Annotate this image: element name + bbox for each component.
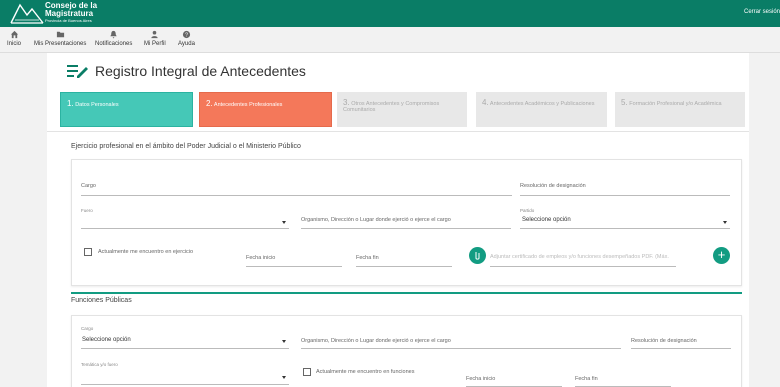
actualmente-ejercicio-label: Actualmente me encuentro en ejercicio (98, 249, 194, 255)
fecha-inicio2-label: Fecha inicio (466, 376, 496, 382)
actualmente-funciones-label: Actualmente me encuentro en funciones (316, 369, 415, 375)
top-header-bar: Consejo de la Magistratura Provincia de … (0, 0, 780, 27)
cargo2-value: Seleccione opción (82, 337, 131, 343)
cargo-input[interactable] (81, 195, 512, 196)
nav-label: Mis Presentaciones (34, 41, 87, 47)
user-icon (151, 30, 158, 39)
bell-icon (110, 30, 117, 39)
nav-item-mis-presentaciones[interactable]: Mis Presentaciones (34, 30, 86, 47)
attach-file-button[interactable] (469, 247, 486, 264)
chevron-down-icon (282, 221, 286, 224)
step-number: 4. (482, 98, 489, 107)
ejercicio-profesional-card: Cargo Resolución de designación Fuero Or… (71, 159, 742, 286)
organismo-label: Organismo, Dirección o Lugar donde ejerc… (301, 217, 451, 223)
step-number: 5. (621, 98, 628, 107)
svg-text:?: ? (185, 32, 188, 38)
step-label: Otros Antecedentes y Compromisos Comunit… (343, 101, 440, 113)
nav-label: Mi Perfil (144, 41, 166, 47)
step-number: 2. (206, 99, 213, 108)
fecha-fin-label: Fecha fin (356, 255, 379, 261)
partido-select[interactable] (520, 228, 730, 229)
step-label: Formación Profesional y/o Académica (629, 101, 722, 107)
main-nav: Inicio Mis Presentaciones Notificaciones… (0, 27, 780, 53)
chevron-down-icon (282, 340, 286, 343)
nav-label: Inicio (7, 41, 22, 47)
step-number: 1. (67, 99, 74, 108)
chevron-down-icon (282, 376, 286, 379)
cargo2-select[interactable] (81, 348, 289, 349)
step-antecedentes-profesionales[interactable]: 2. Antecedentes Profesionales (199, 92, 332, 127)
nav-label: Notificaciones (95, 41, 133, 47)
resolucion-input[interactable] (520, 195, 730, 196)
paperclip-icon (475, 252, 480, 260)
nav-item-inicio[interactable]: Inicio (7, 30, 21, 47)
nav-label: Ayuda (178, 41, 195, 47)
section-divider-accent (71, 292, 742, 294)
cargo-label: Cargo (81, 183, 96, 189)
funciones-publicas-card: Cargo Seleccione opción Organismo, Direc… (71, 315, 742, 387)
fecha-inicio-label: Fecha inicio (246, 255, 276, 261)
home-icon (10, 30, 18, 39)
folder-icon (56, 31, 64, 38)
step-label: Datos Personales (75, 102, 119, 108)
nav-item-mi-perfil[interactable]: Mi Perfil (144, 30, 166, 47)
edit-list-icon (67, 65, 88, 78)
step-otros-antecedentes[interactable]: 3. Otros Antecedentes y Compromisos Comu… (337, 92, 467, 127)
logo-mountain-icon (10, 3, 44, 24)
step-label: Antecedentes Académicos y Publicaciones (489, 101, 595, 107)
tematica-select[interactable] (81, 384, 289, 385)
fecha-inicio-input[interactable] (246, 266, 342, 267)
partido-label: Partido (520, 208, 535, 213)
section-title-funciones-publicas: Funciones Públicas (71, 297, 132, 304)
cargo2-label: Cargo (81, 326, 94, 331)
organismo2-input[interactable] (301, 348, 621, 349)
add-button[interactable]: + (713, 247, 730, 264)
step-datos-personales[interactable]: 1. Datos Personales (60, 92, 193, 127)
logo-title-line2: Magistratura (45, 9, 94, 18)
logo[interactable]: Consejo de la Magistratura Provincia de … (10, 1, 130, 26)
step-number: 3. (343, 98, 350, 107)
nav-item-ayuda[interactable]: ? Ayuda (178, 30, 195, 47)
logo-title: Consejo de la Magistratura (45, 2, 97, 18)
fuero-select[interactable] (81, 228, 289, 229)
partido-value: Seleccione opción (522, 217, 571, 223)
divider (47, 131, 749, 132)
adjuntar-certificado-input[interactable] (490, 266, 676, 267)
section-title-ejercicio-profesional: Ejercicio profesional en el ámbito del P… (71, 143, 301, 150)
step-antecedentes-academicos[interactable]: 4. Antecedentes Académicos y Publicacion… (476, 92, 607, 127)
tematica-label: Temática y/o fuero (81, 362, 118, 367)
help-icon: ? (182, 30, 191, 38)
fecha-fin-input[interactable] (356, 266, 452, 267)
page-title: Registro Integral de Antecedentes (95, 63, 306, 79)
resolucion-label: Resolución de designación (520, 183, 586, 189)
resolucion2-label: Resolución de designación (631, 338, 697, 344)
chevron-down-icon (723, 221, 727, 224)
resolucion2-input[interactable] (631, 348, 731, 349)
adjuntar-certificado-placeholder: Adjuntar certificado de empleos y/o func… (490, 254, 669, 260)
organismo2-label: Organismo, Dirección o Lugar donde ejerc… (301, 338, 451, 344)
fuero-label: Fuero (81, 208, 93, 213)
organismo-input[interactable] (301, 228, 511, 229)
actualmente-funciones-checkbox[interactable] (303, 368, 311, 376)
fecha-fin2-label: Fecha fin (575, 376, 598, 382)
nav-item-notificaciones[interactable]: Notificaciones (95, 30, 132, 47)
logout-link[interactable]: Cerrar sesión (744, 9, 780, 15)
main-content: Registro Integral de Antecedentes 1. Dat… (47, 53, 749, 387)
step-formacion-profesional[interactable]: 5. Formación Profesional y/o Académica (615, 92, 745, 127)
logo-subtitle: Provincia de Buenos Aires (45, 18, 92, 23)
actualmente-ejercicio-checkbox[interactable] (84, 248, 92, 256)
step-label: Antecedentes Profesionales (213, 102, 283, 108)
